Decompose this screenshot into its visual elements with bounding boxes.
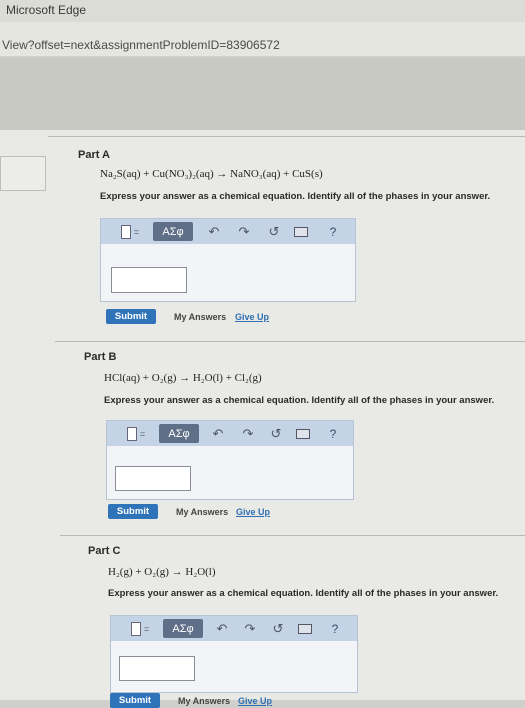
my-answers-link[interactable]: My Answers [178,696,230,706]
part-b-label: Part B [84,351,117,363]
greek-symbols-button[interactable]: ΑΣφ [159,424,199,443]
greek-symbols-button[interactable]: ΑΣφ [153,222,193,241]
undo-icon[interactable]: ↶ [205,219,223,244]
submit-button[interactable]: Submit [106,309,156,324]
give-up-link[interactable]: Give Up [238,696,272,706]
part-a-answer-panel: = ΑΣφ ↶ ↷ ↺ ? [100,218,356,302]
submit-button[interactable]: Submit [108,504,158,519]
help-icon[interactable]: ? [327,616,343,641]
part-c-label: Part C [88,545,121,557]
keyboard-icon[interactable] [295,421,311,446]
give-up-link[interactable]: Give Up [236,507,270,517]
redo-icon[interactable]: ↷ [241,616,259,641]
browser-titlebar: Microsoft Edge [0,0,525,22]
math-toolbar: = ΑΣφ ↶ ↷ ↺ ? [101,219,355,244]
math-toolbar: = ΑΣφ ↶ ↷ ↺ ? [111,616,357,641]
part-c-answer-panel: = ΑΣφ ↶ ↷ ↺ ? [110,615,358,693]
url-text[interactable]: View?offset=next&assignmentProblemID=839… [2,38,280,52]
give-up-link[interactable]: Give Up [235,312,269,322]
reset-icon[interactable]: ↺ [265,219,283,244]
reset-icon[interactable]: ↺ [267,421,285,446]
part-a-label: Part A [78,149,110,161]
my-answers-link[interactable]: My Answers [176,507,228,517]
part-a-instruction: Express your answer as a chemical equati… [100,191,491,202]
templates-icon[interactable]: = [113,219,147,244]
math-toolbar: = ΑΣφ ↶ ↷ ↺ ? [107,421,353,446]
help-icon[interactable]: ? [325,421,341,446]
undo-icon[interactable]: ↶ [209,421,227,446]
side-panel-box [0,156,46,191]
submit-button[interactable]: Submit [110,693,160,708]
part-b-instruction: Express your answer as a chemical equati… [104,395,495,406]
part-b-equation: HCl(aq) + O₂(g) → H₂O(l) + Cl₂(g) [104,372,262,384]
part-b-answer-panel: = ΑΣφ ↶ ↷ ↺ ? [106,420,354,500]
keyboard-icon[interactable] [293,219,309,244]
part-c-instruction: Express your answer as a chemical equati… [108,588,499,599]
part-a-equation: Na₂S(aq) + Cu(NO₃)₂(aq) → NaNO₃(aq) + Cu… [100,168,323,180]
my-answers-link[interactable]: My Answers [174,312,226,322]
part-divider [60,535,525,536]
reset-icon[interactable]: ↺ [269,616,287,641]
answer-input[interactable] [115,466,191,491]
part-divider [55,341,525,342]
redo-icon[interactable]: ↷ [239,421,257,446]
answer-input[interactable] [111,267,187,293]
page-header-band [0,58,525,130]
answer-input[interactable] [119,656,195,681]
keyboard-icon[interactable] [297,616,313,641]
part-divider [48,136,525,137]
app-title: Microsoft Edge [6,3,87,17]
templates-icon[interactable]: = [123,616,157,641]
redo-icon[interactable]: ↷ [235,219,253,244]
help-icon[interactable]: ? [325,219,341,244]
templates-icon[interactable]: = [119,421,153,446]
undo-icon[interactable]: ↶ [213,616,231,641]
greek-symbols-button[interactable]: ΑΣφ [163,619,203,638]
part-c-equation: H₂(g) + O₂(g) → H₂O(l) [108,566,216,578]
